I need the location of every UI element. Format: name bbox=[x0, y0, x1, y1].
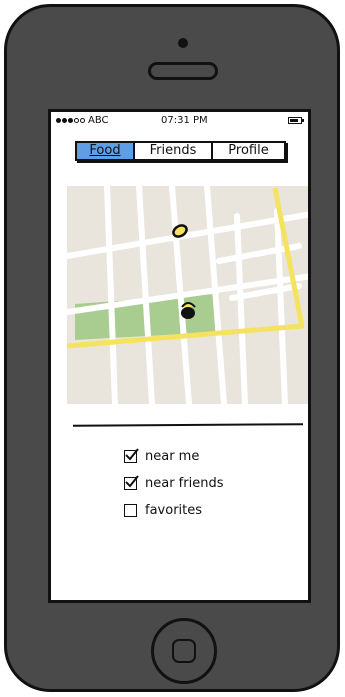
checkbox-unchecked-icon[interactable] bbox=[124, 504, 137, 517]
carrier-label: ABC bbox=[88, 115, 109, 126]
battery-icon bbox=[288, 117, 304, 124]
camera-dot bbox=[178, 38, 188, 48]
map-view[interactable] bbox=[64, 183, 308, 407]
map-marker-icon[interactable] bbox=[181, 302, 196, 319]
status-time: 07:31 PM bbox=[161, 115, 208, 126]
filter-label: favorites bbox=[145, 503, 203, 518]
signal-strength-icon bbox=[56, 118, 85, 123]
tab-profile[interactable]: Profile bbox=[213, 143, 284, 159]
filter-near-friends[interactable]: near friends bbox=[124, 472, 223, 495]
filter-list: near me near friends favorites bbox=[124, 445, 223, 526]
tab-friends[interactable]: Friends bbox=[135, 143, 213, 159]
checkbox-checked-icon[interactable] bbox=[124, 448, 139, 463]
phone-frame: ABC 07:31 PM Food Friends Profile near m… bbox=[4, 4, 340, 692]
filter-label: near friends bbox=[145, 476, 224, 491]
tab-bar: Food Friends Profile bbox=[75, 141, 286, 161]
phone-screen: ABC 07:31 PM Food Friends Profile near m… bbox=[48, 109, 311, 603]
status-bar: ABC 07:31 PM bbox=[51, 112, 308, 132]
filter-favorites[interactable]: favorites bbox=[124, 499, 223, 522]
section-divider bbox=[72, 423, 304, 427]
filter-near-me[interactable]: near me bbox=[124, 445, 223, 468]
checkbox-checked-icon[interactable] bbox=[124, 475, 139, 490]
filter-label: near me bbox=[145, 449, 200, 464]
tab-food[interactable]: Food bbox=[77, 143, 135, 159]
home-button[interactable] bbox=[151, 618, 217, 684]
speaker-slot bbox=[148, 62, 218, 80]
home-square-icon bbox=[172, 639, 196, 663]
